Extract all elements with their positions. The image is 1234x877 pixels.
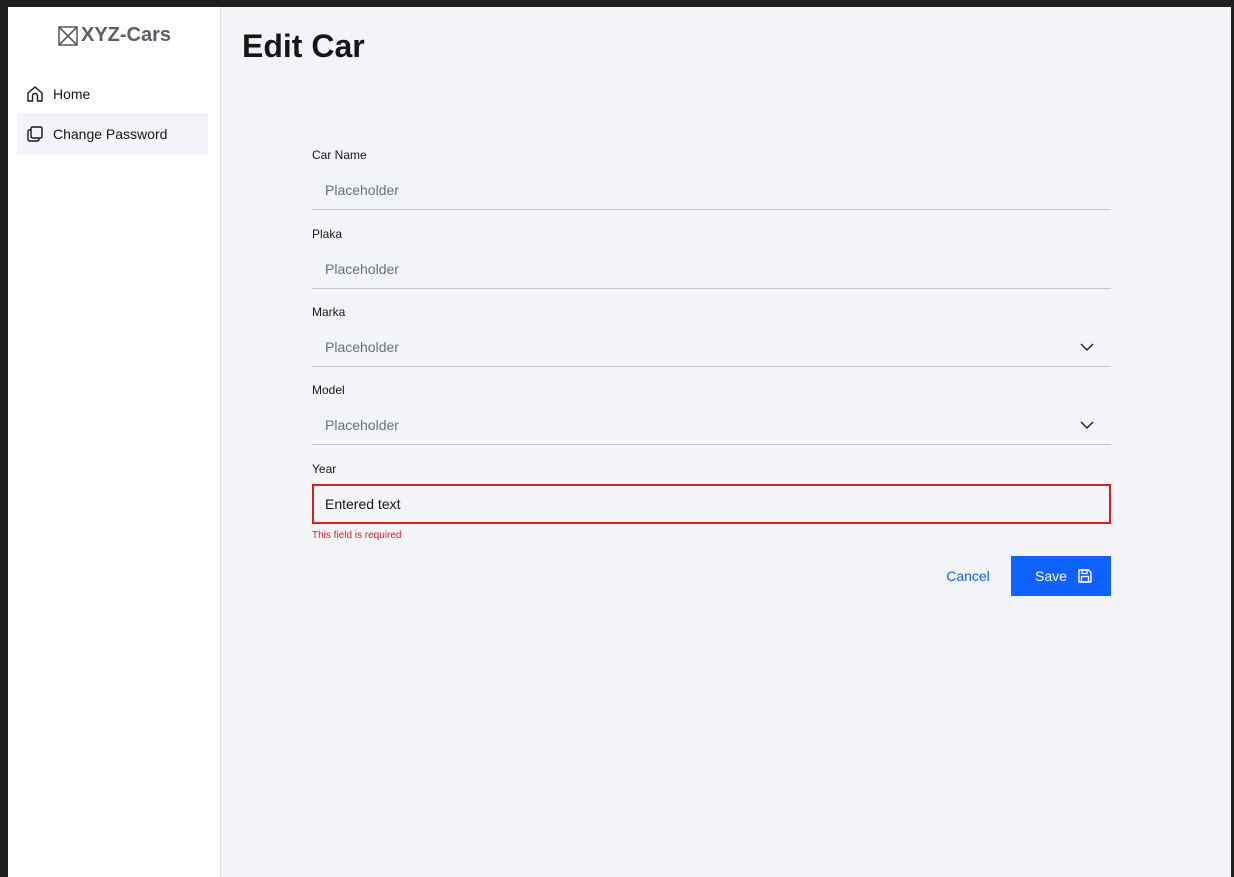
plaka-placeholder: Placeholder bbox=[325, 260, 399, 277]
copy-icon bbox=[25, 124, 45, 144]
year-value: Entered text bbox=[325, 496, 401, 512]
chevron-down-icon bbox=[1079, 417, 1095, 433]
car-name-label: Car Name bbox=[312, 148, 367, 162]
marka-select[interactable]: Placeholder bbox=[312, 327, 1111, 367]
sidebar-item-label: Home bbox=[53, 86, 91, 102]
year-label: Year bbox=[312, 462, 337, 476]
sidebar-item-label: Change Password bbox=[53, 126, 168, 142]
plaka-field[interactable]: Placeholder bbox=[312, 249, 1111, 289]
cancel-button[interactable]: Cancel bbox=[933, 556, 1003, 596]
car-name-field[interactable]: Placeholder bbox=[312, 170, 1111, 210]
brand-logo: XYZ-Cars bbox=[8, 24, 220, 47]
model-label: Model bbox=[312, 383, 345, 397]
sidebar-item-change-password[interactable]: Change Password bbox=[17, 113, 208, 155]
cancel-button-label: Cancel bbox=[946, 568, 990, 584]
model-placeholder: Placeholder bbox=[325, 416, 399, 433]
sidebar: XYZ-Cars Home Change Password bbox=[8, 7, 221, 877]
brand-name: XYZ-Cars bbox=[80, 24, 172, 46]
save-icon bbox=[1077, 568, 1093, 584]
save-button[interactable]: Save bbox=[1011, 556, 1111, 596]
car-name-placeholder: Placeholder bbox=[325, 181, 399, 198]
image-placeholder-icon bbox=[57, 25, 79, 47]
plaka-label: Plaka bbox=[312, 227, 343, 241]
chevron-down-icon bbox=[1079, 339, 1095, 355]
year-error-message: This field is required bbox=[312, 530, 402, 541]
marka-label: Marka bbox=[312, 305, 346, 319]
marka-placeholder: Placeholder bbox=[325, 338, 399, 355]
model-select[interactable]: Placeholder bbox=[312, 405, 1111, 445]
sidebar-item-home[interactable]: Home bbox=[17, 73, 208, 115]
page-title: Edit Car bbox=[242, 28, 365, 64]
save-button-label: Save bbox=[1035, 568, 1067, 584]
app-window: XYZ-Cars Home Change Password Edit Car C… bbox=[8, 7, 1231, 877]
home-icon bbox=[25, 84, 45, 104]
year-field[interactable]: Entered text bbox=[312, 484, 1111, 524]
